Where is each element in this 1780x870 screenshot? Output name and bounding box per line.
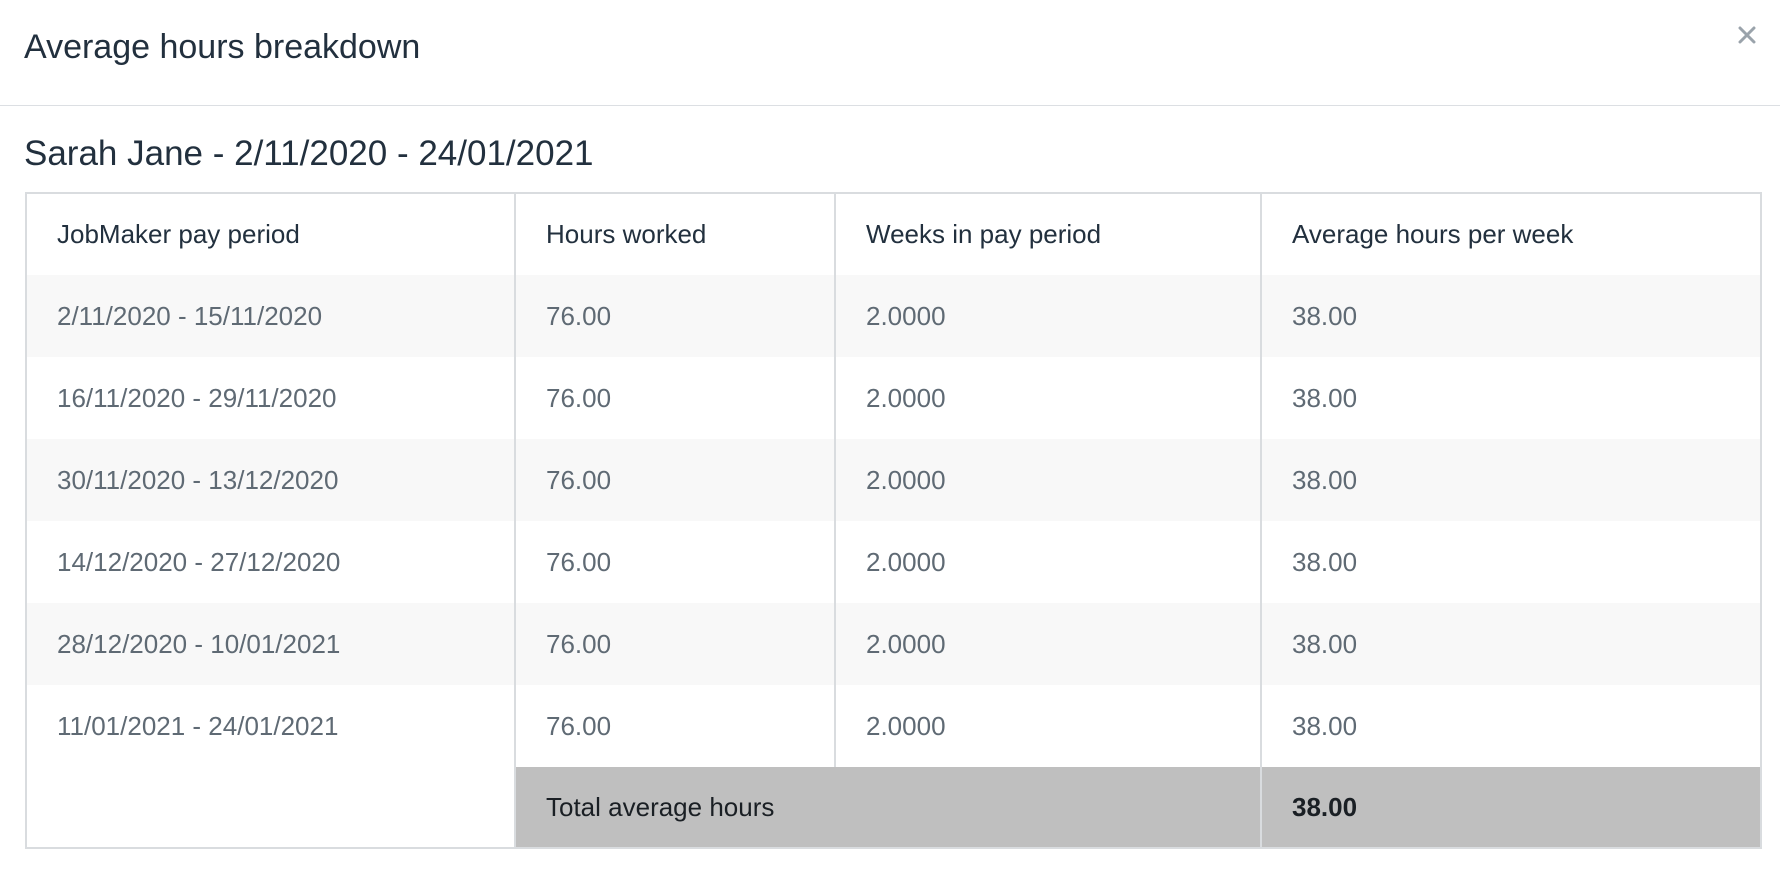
- cell-hours-worked: 76.00: [515, 275, 836, 357]
- total-average-hours-value: 38.00: [1261, 767, 1761, 848]
- cell-hours-worked: 76.00: [515, 439, 836, 521]
- employee-period-heading: Sarah Jane - 2/11/2020 - 24/01/2021: [24, 134, 594, 173]
- table-total-row: Total average hours 38.00: [26, 767, 1761, 848]
- cell-hours-worked: 76.00: [515, 357, 836, 439]
- cell-average-hours: 38.00: [1261, 603, 1761, 685]
- cell-weeks: 2.0000: [835, 357, 1262, 439]
- cell-hours-worked: 76.00: [515, 603, 836, 685]
- total-row-spacer: [26, 767, 516, 848]
- close-icon: [1738, 26, 1756, 44]
- table-row: 11/01/2021 - 24/01/2021 76.00 2.0000 38.…: [26, 685, 1761, 767]
- cell-pay-period: 28/12/2020 - 10/01/2021: [26, 603, 516, 685]
- header-hours-worked: Hours worked: [515, 193, 836, 275]
- cell-weeks: 2.0000: [835, 275, 1262, 357]
- header-pay-period: JobMaker pay period: [26, 193, 516, 275]
- cell-average-hours: 38.00: [1261, 439, 1761, 521]
- table-row: 2/11/2020 - 15/11/2020 76.00 2.0000 38.0…: [26, 275, 1761, 357]
- header-average-hours: Average hours per week: [1261, 193, 1761, 275]
- header-weeks-in-period: Weeks in pay period: [835, 193, 1262, 275]
- close-button[interactable]: [1730, 18, 1764, 52]
- cell-hours-worked: 76.00: [515, 521, 836, 603]
- cell-hours-worked: 76.00: [515, 685, 836, 767]
- modal-header: Average hours breakdown: [0, 0, 1780, 106]
- cell-weeks: 2.0000: [835, 439, 1262, 521]
- cell-pay-period: 16/11/2020 - 29/11/2020: [26, 357, 516, 439]
- cell-pay-period: 30/11/2020 - 13/12/2020: [26, 439, 516, 521]
- table-header-row: JobMaker pay period Hours worked Weeks i…: [26, 193, 1761, 275]
- total-average-hours-label: Total average hours: [515, 767, 1262, 848]
- cell-weeks: 2.0000: [835, 521, 1262, 603]
- cell-pay-period: 11/01/2021 - 24/01/2021: [26, 685, 516, 767]
- cell-weeks: 2.0000: [835, 603, 1262, 685]
- average-hours-table: JobMaker pay period Hours worked Weeks i…: [25, 192, 1762, 849]
- cell-average-hours: 38.00: [1261, 685, 1761, 767]
- table-row: 30/11/2020 - 13/12/2020 76.00 2.0000 38.…: [26, 439, 1761, 521]
- cell-average-hours: 38.00: [1261, 521, 1761, 603]
- table-row: 14/12/2020 - 27/12/2020 76.00 2.0000 38.…: [26, 521, 1761, 603]
- modal-title: Average hours breakdown: [24, 28, 421, 66]
- cell-average-hours: 38.00: [1261, 275, 1761, 357]
- cell-average-hours: 38.00: [1261, 357, 1761, 439]
- cell-pay-period: 2/11/2020 - 15/11/2020: [26, 275, 516, 357]
- cell-pay-period: 14/12/2020 - 27/12/2020: [26, 521, 516, 603]
- cell-weeks: 2.0000: [835, 685, 1262, 767]
- table-row: 16/11/2020 - 29/11/2020 76.00 2.0000 38.…: [26, 357, 1761, 439]
- table-row: 28/12/2020 - 10/01/2021 76.00 2.0000 38.…: [26, 603, 1761, 685]
